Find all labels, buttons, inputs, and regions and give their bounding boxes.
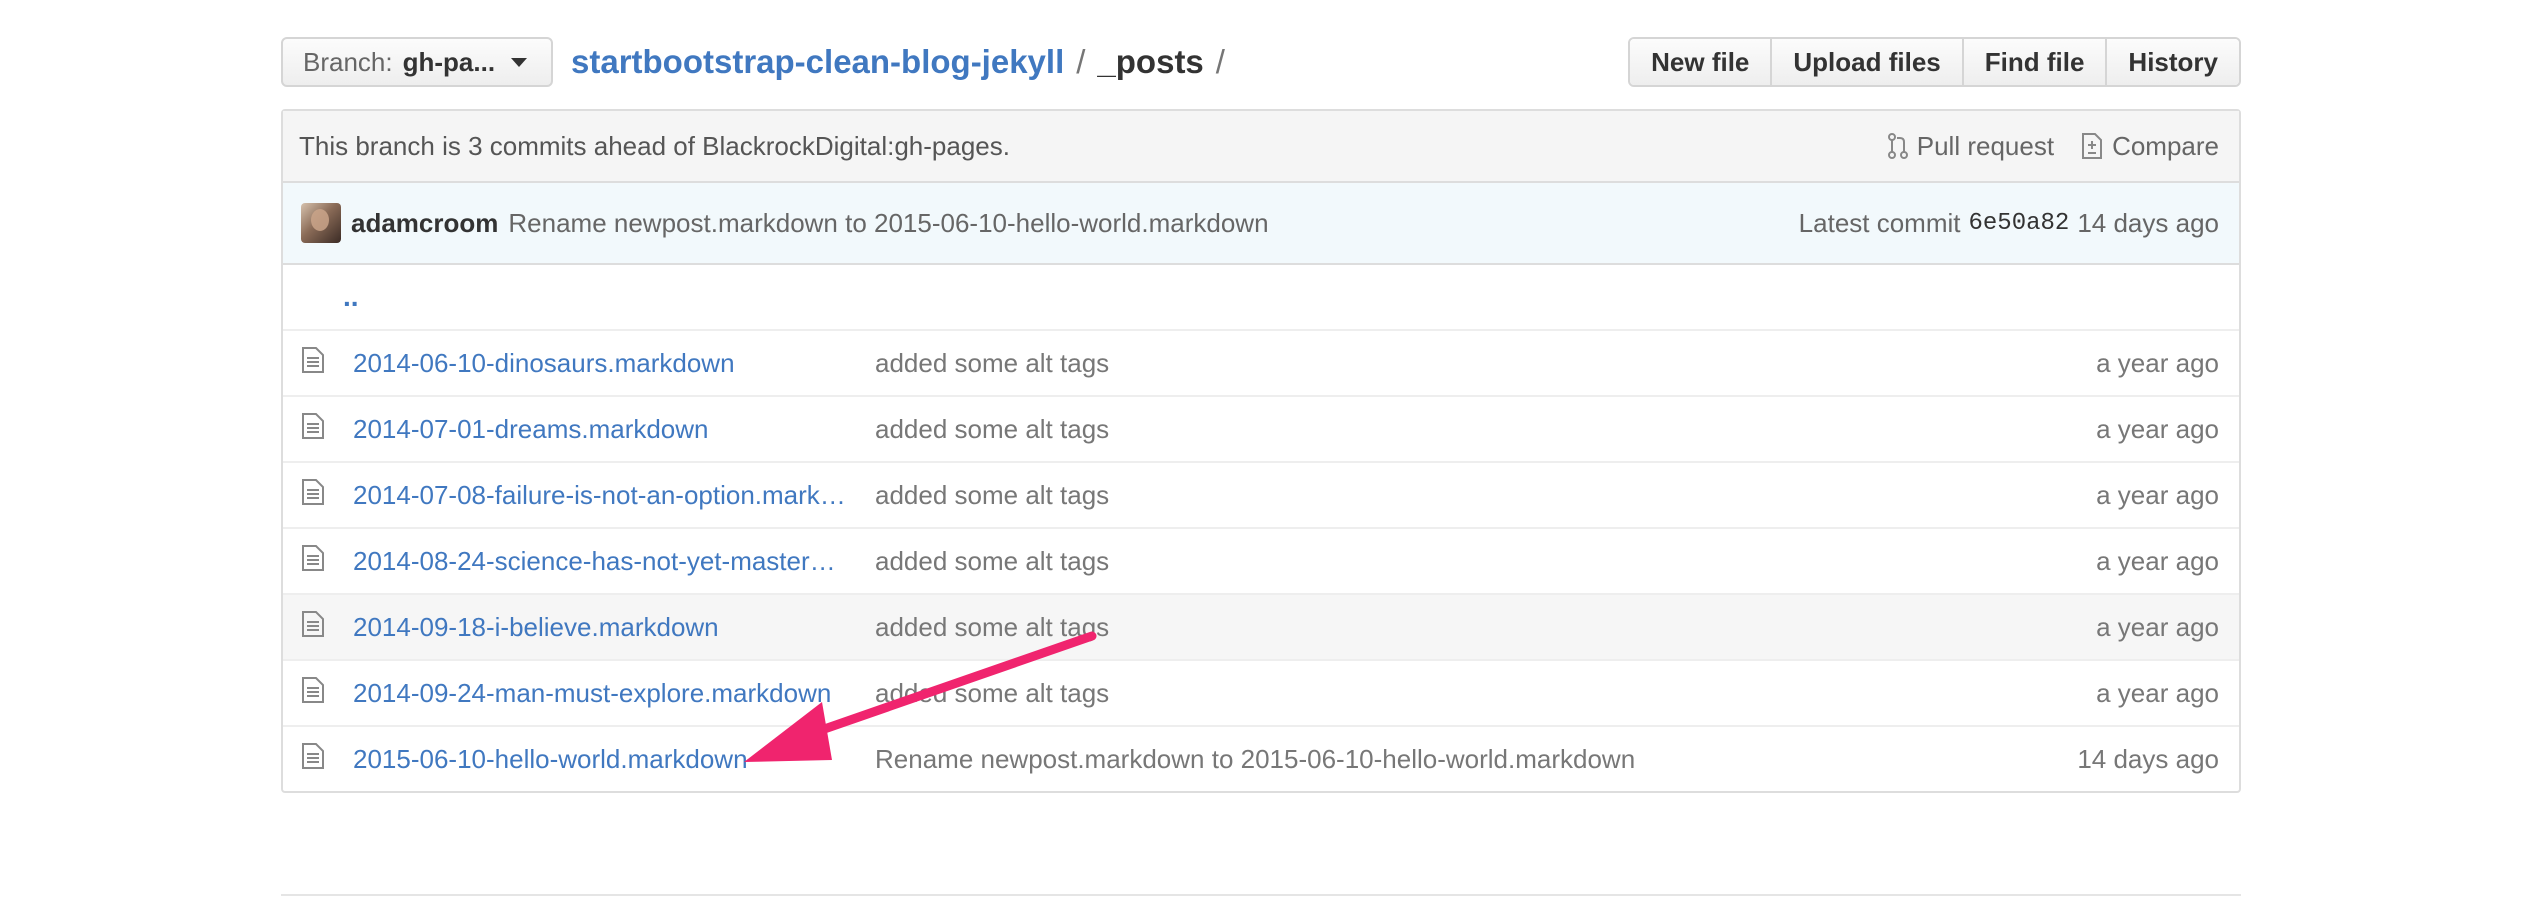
branch-label: Branch: [303, 46, 393, 77]
file-name-link[interactable]: 2014-07-01-dreams.markdown [353, 414, 849, 445]
file-commit-message[interactable]: added some alt tags [875, 348, 1109, 378]
caret-down-icon [511, 57, 528, 67]
file-commit-message[interactable]: Rename newpost.markdown to 2015-06-10-he… [875, 744, 1635, 774]
file-age: a year ago [2096, 479, 2219, 510]
file-name-link[interactable]: 2015-06-10-hello-world.markdown [353, 744, 849, 775]
file-age: a year ago [2096, 413, 2219, 444]
file-icon-cell [283, 395, 353, 462]
compare-label: Compare [2112, 130, 2219, 161]
breadcrumb-separator: / [1215, 43, 1225, 80]
file-text-icon [302, 742, 324, 769]
commit-author-link[interactable]: adamcroom [351, 208, 498, 239]
file-icon-cell [283, 725, 353, 791]
find-file-button[interactable]: Find file [1961, 39, 2106, 85]
table-row: 2014-09-24-man-must-explore.markdown add… [283, 659, 2239, 726]
file-name-link[interactable]: 2014-07-08-failure-is-not-an-option.mark… [353, 480, 849, 511]
file-actions-group: New file Upload files Find file History [1628, 37, 2241, 87]
compare-link[interactable]: Compare [2080, 131, 2219, 162]
file-name-link[interactable]: 2014-08-24-science-has-not-yet-mastered-… [353, 546, 849, 577]
table-row: 2014-07-08-failure-is-not-an-option.mark… [283, 461, 2239, 528]
file-commit-message[interactable]: added some alt tags [875, 480, 1109, 510]
parent-dir-row: .. [283, 265, 2239, 330]
file-commit-message[interactable]: added some alt tags [875, 612, 1109, 642]
file-name-link[interactable]: 2014-06-10-dinosaurs.markdown [353, 348, 849, 379]
file-commit-message[interactable]: added some alt tags [875, 546, 1109, 576]
file-table: This branch is 3 commits ahead of Blackr… [281, 109, 2241, 793]
file-text-icon [302, 544, 324, 571]
file-text-icon [302, 346, 324, 373]
git-pull-request-icon [1887, 133, 1908, 159]
file-navigation: Branch: gh-pa... startbootstrap-clean-bl… [281, 37, 2241, 89]
files-list: .. 2014-06-10-dinosaurs.markdown added s… [283, 265, 2239, 791]
file-name-link[interactable]: 2014-09-24-man-must-explore.markdown [353, 678, 849, 709]
file-name-link[interactable]: 2014-09-18-i-believe.markdown [353, 612, 849, 643]
file-text-icon [302, 412, 324, 439]
file-age: a year ago [2096, 347, 2219, 378]
pull-request-label: Pull request [1916, 130, 2055, 161]
breadcrumb-separator: / [1076, 43, 1086, 80]
file-age: a year ago [2096, 677, 2219, 708]
latest-commit-label: Latest commit [1798, 207, 1961, 238]
breadcrumb-current-dir: _posts [1097, 43, 1204, 80]
latest-commit-bar: adamcroom Rename newpost.markdown to 201… [283, 183, 2239, 265]
breadcrumb-repo-link[interactable]: startbootstrap-clean-blog-jekyll [571, 43, 1064, 81]
file-age: a year ago [2096, 611, 2219, 642]
commit-sha-link[interactable]: 6e50a82 [1969, 210, 2070, 237]
file-text-icon [302, 610, 324, 637]
table-row: 2014-09-18-i-believe.markdown added some… [283, 593, 2239, 660]
branch-name: gh-pa... [402, 46, 496, 77]
branch-status-text: This branch is 3 commits ahead of Blackr… [299, 130, 1010, 161]
file-icon-cell [283, 593, 353, 660]
file-icon-cell [283, 527, 353, 594]
commit-message-link[interactable]: Rename newpost.markdown to 2015-06-10-he… [508, 208, 1268, 239]
pull-request-link[interactable]: Pull request [1887, 131, 2054, 162]
branch-actions: Pull request Compare [1861, 131, 2219, 162]
parent-dir-link[interactable]: .. [283, 265, 2239, 330]
breadcrumb: startbootstrap-clean-blog-jekyll / _post… [571, 37, 1237, 87]
table-row: 2014-08-24-science-has-not-yet-mastered-… [283, 527, 2239, 594]
upload-files-button[interactable]: Upload files [1770, 39, 1962, 85]
diff-icon [2082, 133, 2103, 159]
footer-divider [281, 894, 2241, 896]
table-row: 2015-06-10-hello-world.markdown Rename n… [283, 725, 2239, 791]
file-age: a year ago [2096, 545, 2219, 576]
file-icon-cell [283, 329, 353, 396]
file-text-icon [302, 478, 324, 505]
file-commit-message[interactable]: added some alt tags [875, 414, 1109, 444]
file-age: 14 days ago [2077, 743, 2219, 774]
repo-file-browser: Branch: gh-pa... startbootstrap-clean-bl… [281, 37, 2241, 793]
file-commit-message[interactable]: added some alt tags [875, 678, 1109, 708]
new-file-button[interactable]: New file [1630, 39, 1771, 85]
file-icon-cell [283, 659, 353, 726]
branch-status-bar: This branch is 3 commits ahead of Blackr… [283, 111, 2239, 183]
table-row: 2014-07-01-dreams.markdown added some al… [283, 395, 2239, 462]
file-icon-cell [283, 461, 353, 528]
branch-select-button[interactable]: Branch: gh-pa... [281, 37, 553, 87]
commit-info: adamcroom Rename newpost.markdown to 201… [301, 203, 1269, 243]
file-text-icon [302, 676, 324, 703]
commit-age: 14 days ago [2077, 207, 2219, 238]
avatar[interactable] [301, 203, 341, 243]
history-button[interactable]: History [2105, 39, 2239, 85]
table-row: 2014-06-10-dinosaurs.markdown added some… [283, 329, 2239, 396]
commit-meta: Latest commit 6e50a82 14 days ago [1799, 208, 2219, 239]
